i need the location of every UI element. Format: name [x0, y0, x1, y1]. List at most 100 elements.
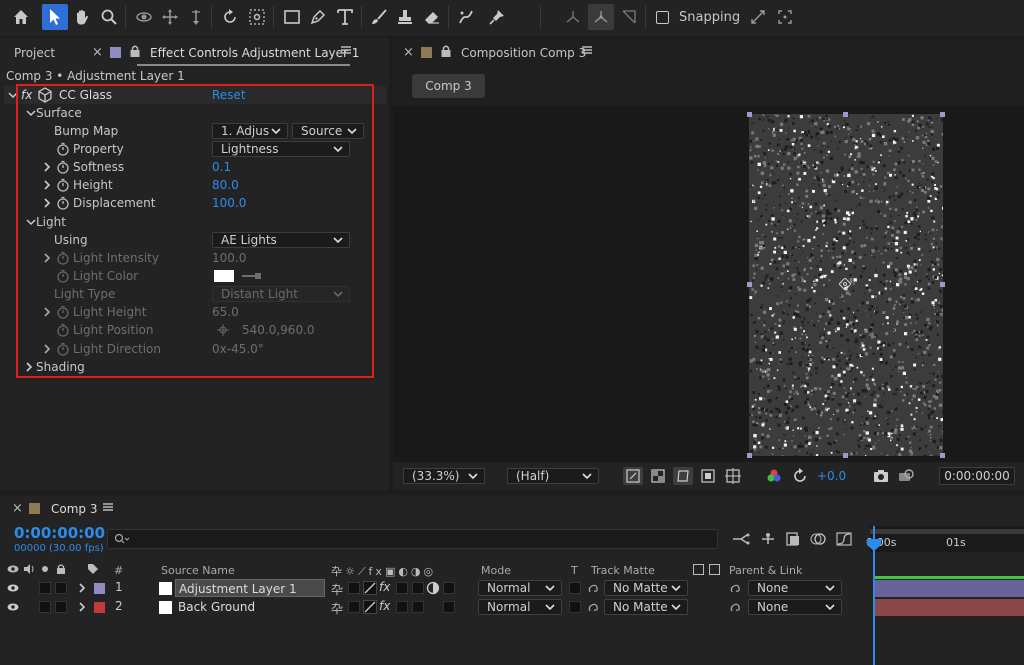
work-area-bar[interactable]: [870, 529, 1024, 534]
roto-brush-tool-icon[interactable]: [453, 4, 479, 30]
blend-mode-dropdown[interactable]: Normal: [478, 580, 562, 596]
snapshot-icon[interactable]: [871, 467, 891, 485]
motion-blur-switch[interactable]: [396, 601, 408, 613]
close-icon[interactable]: ×: [92, 45, 103, 60]
show-snapshot-icon[interactable]: [896, 467, 916, 485]
track-matte-dropdown[interactable]: No Matte: [604, 580, 688, 596]
view-axis-icon[interactable]: [616, 4, 642, 30]
layer-name[interactable]: Adjustment Layer 1: [175, 579, 325, 597]
adjustment-layer-switch[interactable]: [412, 601, 424, 613]
snap-edges-icon[interactable]: [745, 4, 771, 30]
adjustment-layer-icon[interactable]: [426, 581, 440, 595]
transparency-grid-icon[interactable]: [648, 467, 668, 485]
transform-handle[interactable]: [940, 282, 945, 287]
zoom-tool-icon[interactable]: [96, 4, 122, 30]
color-channels-icon[interactable]: [765, 467, 783, 485]
fx-switch[interactable]: fx: [379, 599, 390, 613]
panel-menu-icon[interactable]: [340, 44, 352, 56]
graph-editor-icon[interactable]: [835, 531, 853, 547]
comp-sub-tab[interactable]: Comp 3: [412, 74, 485, 98]
home-icon[interactable]: [8, 4, 34, 30]
reset-exposure-icon[interactable]: [791, 467, 809, 485]
viewer-area[interactable]: [393, 106, 1024, 462]
3d-layer-switch[interactable]: [443, 582, 455, 594]
fx-switch[interactable]: fx: [379, 580, 390, 594]
hand-tool-icon[interactable]: [69, 4, 95, 30]
tab-composition[interactable]: Composition Comp 3: [461, 46, 586, 60]
search-input[interactable]: [107, 529, 718, 549]
solo-switch[interactable]: [39, 601, 51, 613]
rectangle-tool-icon[interactable]: [279, 4, 305, 30]
zoom-dropdown[interactable]: (33.3%): [403, 468, 485, 484]
panel-menu-icon[interactable]: [581, 44, 593, 56]
transform-handle[interactable]: [747, 453, 752, 458]
preserve-transparency-switch[interactable]: [569, 582, 581, 594]
3d-layer-switch[interactable]: [443, 601, 455, 613]
local-axis-icon[interactable]: [560, 4, 586, 30]
type-tool-icon[interactable]: [332, 4, 358, 30]
clone-stamp-tool-icon[interactable]: [392, 4, 418, 30]
selection-tool-icon[interactable]: [42, 4, 68, 30]
transform-handle[interactable]: [940, 453, 945, 458]
grid-guides-icon[interactable]: [723, 467, 743, 485]
eye-icon[interactable]: [7, 583, 19, 593]
transform-handle[interactable]: [843, 112, 848, 117]
motion-blur-switch[interactable]: [396, 582, 408, 594]
solo-switch[interactable]: [39, 582, 51, 594]
eye-icon[interactable]: [7, 602, 19, 612]
motion-blur-icon[interactable]: [809, 531, 827, 547]
fast-previews-icon[interactable]: [623, 467, 643, 485]
time-ruler[interactable]: 0:00s 01s: [866, 526, 1024, 552]
mask-visibility-icon[interactable]: [673, 467, 693, 485]
transform-handle[interactable]: [940, 112, 945, 117]
quality-switch-icon[interactable]: [363, 581, 377, 595]
layer-label-color[interactable]: [94, 583, 105, 594]
chevron-right-icon[interactable]: [77, 598, 87, 616]
layer-name[interactable]: Back Ground: [175, 598, 325, 616]
preserve-transparency-switch[interactable]: [569, 601, 581, 613]
pick-whip-icon[interactable]: [587, 600, 601, 614]
collapse-switch[interactable]: [348, 582, 360, 594]
layer-label-color[interactable]: [94, 602, 105, 613]
timecode-display[interactable]: 0:00:00:00: [939, 467, 1015, 485]
exposure-value[interactable]: +0.0: [817, 469, 846, 483]
world-axis-icon[interactable]: [588, 4, 614, 30]
parent-pick-whip-icon[interactable]: [729, 581, 743, 595]
quality-switch-icon[interactable]: [363, 600, 377, 614]
anchor-point-tool-icon[interactable]: [244, 4, 270, 30]
transform-handle[interactable]: [747, 282, 752, 287]
eraser-tool-icon[interactable]: [419, 4, 445, 30]
layer-row[interactable]: 1 Adjustment Layer 1 卆 fx Normal No Matt…: [0, 579, 866, 597]
track-matte-dropdown[interactable]: No Matte: [604, 599, 688, 615]
lock-icon[interactable]: [440, 44, 452, 58]
dolly-camera-icon[interactable]: [183, 4, 209, 30]
pick-whip-icon[interactable]: [587, 581, 601, 595]
pen-tool-icon[interactable]: [305, 4, 331, 30]
region-of-interest-icon[interactable]: [698, 467, 718, 485]
orbit-camera-icon[interactable]: [131, 4, 157, 30]
panel-menu-icon[interactable]: [102, 501, 114, 513]
rotate-tool-icon[interactable]: [217, 4, 243, 30]
tab-project[interactable]: Project: [14, 46, 55, 60]
resolution-dropdown[interactable]: (Half): [507, 468, 599, 484]
blend-mode-dropdown[interactable]: Normal: [478, 599, 562, 615]
pan-camera-icon[interactable]: [157, 4, 183, 30]
tab-effect-controls[interactable]: Effect Controls Adjustment Layer 1: [150, 46, 359, 60]
shy-layers-icon[interactable]: [758, 531, 778, 547]
chevron-right-icon[interactable]: [77, 579, 87, 597]
snap-features-icon[interactable]: [772, 4, 798, 30]
lock-switch[interactable]: [55, 582, 67, 594]
frame-blending-icon[interactable]: [784, 531, 802, 547]
brush-tool-icon[interactable]: [366, 4, 392, 30]
lock-icon[interactable]: [129, 44, 141, 58]
transform-handle[interactable]: [747, 112, 752, 117]
current-time[interactable]: 0:00:00:00: [14, 524, 105, 542]
collapse-switch[interactable]: [348, 601, 360, 613]
layer-duration-bar[interactable]: [875, 580, 1024, 597]
adjustment-layer-switch[interactable]: [412, 582, 424, 594]
tab-timeline-comp[interactable]: Comp 3: [51, 502, 97, 516]
layer-duration-bar[interactable]: [875, 599, 1024, 616]
parent-pick-whip-icon[interactable]: [729, 600, 743, 614]
parent-dropdown[interactable]: None: [748, 599, 842, 615]
puppet-pin-tool-icon[interactable]: [484, 4, 510, 30]
